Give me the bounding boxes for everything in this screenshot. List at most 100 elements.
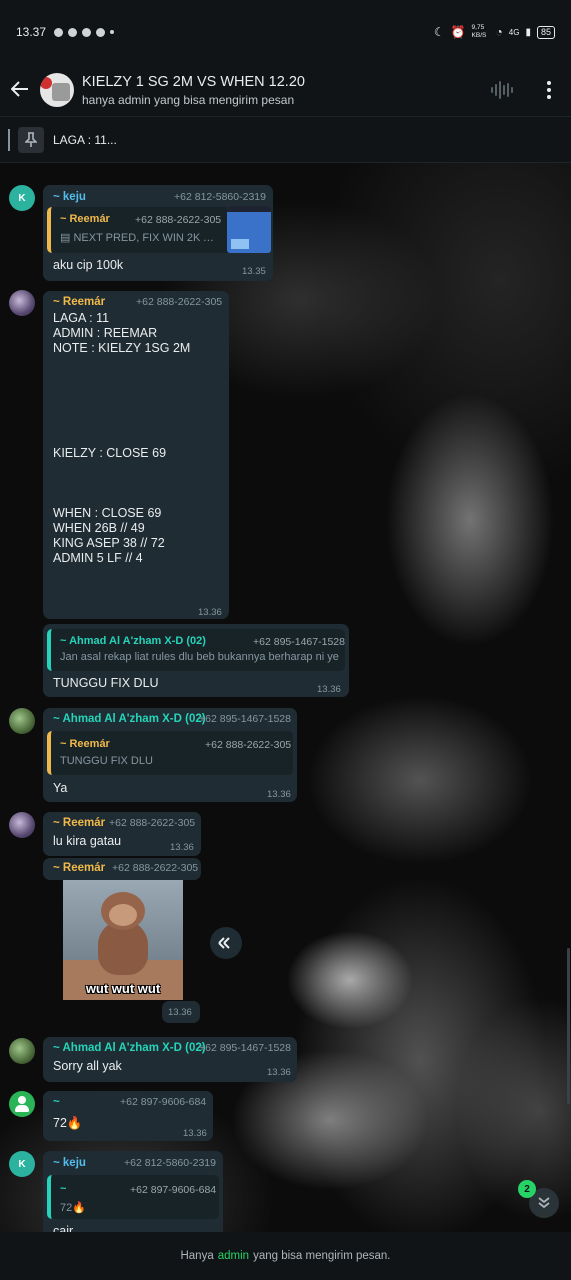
avatar-reemar[interactable] (9, 290, 35, 316)
message-text: TUNGGU FIX DLU (53, 676, 159, 690)
avatar-ahmad[interactable] (9, 708, 35, 734)
messenger-icon (68, 27, 78, 37)
message-time: 13.36 (267, 789, 291, 800)
quoted-message[interactable]: ~ +62 897-9606-684 72🔥 (47, 1175, 219, 1219)
message-time: 13.36 (168, 1007, 192, 1018)
message-text: Ya (53, 781, 68, 795)
pin-icon (18, 126, 44, 153)
message-text: cair (53, 1224, 74, 1232)
notice-prefix: Hanya (180, 1250, 214, 1262)
chat-header: KIELZY 1 SG 2M VS WHEN 12.20 hanya admin… (0, 64, 571, 116)
sender-phone: +62 888-2622-305 (136, 296, 223, 308)
notification-icons (54, 27, 115, 37)
sender-name[interactable]: ~ (53, 1096, 60, 1108)
voice-chat-icon[interactable] (491, 81, 515, 99)
avatar-keju[interactable]: K (9, 185, 35, 211)
admin-only-notice: Hanya admin yang bisa mengirim pesan. (0, 1232, 571, 1280)
sticker-sender-chip[interactable]: ~ Reemár +62 888-2622-305 (43, 858, 201, 880)
message-text: LAGA : 11 ADMIN : REEMAR NOTE : KIELZY 1… (53, 311, 191, 640)
sender-phone: +62 888-2622-305 (109, 817, 196, 829)
group-subtitle: hanya admin yang bisa mengirim pesan (82, 92, 295, 107)
quote-sender: ~ Reemár (60, 738, 110, 750)
quote-phone: +62 895-1467-1528 (253, 636, 345, 648)
message-bubble[interactable]: ~ keju +62 812-5860-2319 ~ +62 897-9606-… (43, 1151, 223, 1232)
message-text: aku cip 100k (53, 258, 124, 272)
quoted-message[interactable]: ~ Ahmad Al A'zham X-D (02) +62 895-1467-… (47, 629, 345, 671)
quote-phone: +62 897-9606-684 (130, 1184, 217, 1196)
sender-name[interactable]: ~ keju (53, 191, 86, 203)
monkey-sticker[interactable]: wut wut wut (63, 880, 183, 1000)
sender-name[interactable]: ~ Reemár (53, 862, 105, 874)
message-text: lu kira gatau (53, 834, 122, 848)
sender-name[interactable]: ~ keju (53, 1157, 86, 1169)
unread-count-badge: 2 (518, 1180, 536, 1198)
sender-name[interactable]: ~ Ahmad Al A'zham X-D (02) (53, 1042, 206, 1054)
battery-icon: 85 (536, 25, 555, 39)
chat-app-icon (82, 27, 92, 37)
dnd-moon-icon: ☾ (433, 25, 445, 39)
pinned-indicator (8, 128, 10, 151)
admin-link[interactable]: admin (218, 1250, 249, 1262)
sender-name[interactable]: ~ Ahmad Al A'zham X-D (02) (53, 713, 206, 725)
pinterest-icon (96, 27, 106, 37)
pinned-text: LAGA : 11... (53, 132, 117, 147)
group-title: KIELZY 1 SG 2M VS WHEN 12.20 (82, 73, 305, 90)
message-bubble[interactable]: ~ Ahmad Al A'zham X-D (02) +62 895-1467-… (43, 624, 349, 697)
quote-image-thumbnail (227, 206, 271, 253)
sender-name[interactable]: ~ Reemár (53, 817, 105, 829)
message-time: 13.35 (242, 266, 266, 277)
quote-sender: ~ Ahmad Al A'zham X-D (02) (60, 635, 206, 647)
avatar-default-user-icon[interactable] (9, 1091, 35, 1117)
sender-phone: +62 897-9606-684 (120, 1096, 207, 1108)
message-bubble[interactable]: ~ Reemár +62 888-2622-305 lu kira gatau … (43, 812, 201, 856)
sticker-time-chip: 13.36 (162, 1001, 200, 1023)
sticker-caption: wut wut wut (85, 981, 161, 996)
sender-phone: +62 888-2622-305 (112, 862, 199, 874)
scroll-indicator[interactable] (567, 948, 570, 1104)
group-avatar[interactable] (40, 73, 74, 107)
message-bubble[interactable]: ~ Ahmad Al A'zham X-D (02) +62 895-1467-… (43, 1037, 297, 1082)
avatar-keju[interactable]: K (9, 1151, 35, 1177)
quote-sender: ~ (60, 1183, 67, 1195)
back-arrow-icon[interactable] (0, 77, 40, 103)
pinned-message-bar[interactable]: LAGA : 11... (0, 116, 571, 163)
quote-text: Jan asal rekap liat rules dlu beb bukann… (60, 651, 339, 663)
quote-sender: ~ Reemár (60, 213, 110, 225)
notice-suffix: yang bisa mengirim pesan. (253, 1250, 391, 1262)
avatar-ahmad[interactable] (9, 1038, 35, 1064)
more-notifications-icon (110, 30, 115, 34)
message-text: 72🔥 (53, 1116, 83, 1130)
forward-icon[interactable] (210, 927, 242, 959)
status-time: 13.37 (16, 25, 47, 39)
message-time: 13.36 (198, 607, 222, 618)
message-bubble[interactable]: ~ Reemár +62 888-2622-305 LAGA : 11 ADMI… (43, 291, 229, 640)
message-time: 13.36 (317, 684, 341, 695)
net-speed: 9,75 KB/S (471, 24, 487, 39)
quote-text: ▤ NEXT PRED, FIX WIN 2K AEE (60, 232, 220, 244)
sender-phone: +62 812-5860-2319 (124, 1157, 216, 1169)
sender-name[interactable]: ~ Reemár (53, 296, 105, 308)
quote-text: 72🔥 (60, 1202, 86, 1214)
message-text: Sorry all yak (53, 1059, 122, 1073)
system-icons: ☾ ⏰ 9,75 KB/S ◔ 4G ▮ 85 (434, 24, 555, 40)
status-bar: 13.37 ☾ ⏰ 9,75 KB/S ◔ 4G ▮ 85 (0, 0, 571, 64)
quoted-message[interactable]: ~ Reemár +62 888-2622-305 TUNGGU FIX DLU (47, 731, 293, 775)
quoted-message[interactable]: ~ Reemár +62 888-2622-305 ▤ NEXT PRED, F… (47, 206, 271, 253)
message-time: 13.36 (183, 1128, 207, 1139)
group-info[interactable]: KIELZY 1 SG 2M VS WHEN 12.20 hanya admin… (82, 74, 491, 107)
message-bubble[interactable]: ~ +62 897-9606-684 72🔥 13.36 (43, 1091, 213, 1141)
alarm-icon: ⏰ (450, 25, 466, 39)
sender-phone: +62 895-1467-1528 (199, 713, 291, 725)
quote-phone: +62 888-2622-305 (205, 739, 292, 751)
message-bubble[interactable]: ~ keju +62 812-5860-2319 ~ Reemár +62 88… (43, 185, 273, 281)
quote-text: TUNGGU FIX DLU (60, 755, 153, 767)
message-bubble[interactable]: ~ Ahmad Al A'zham X-D (02) +62 895-1467-… (43, 708, 297, 802)
message-time: 13.36 (267, 1067, 291, 1078)
more-options-icon[interactable] (539, 81, 559, 99)
sender-phone: +62 812-5860-2319 (174, 191, 266, 203)
message-time: 13.36 (170, 842, 194, 853)
sender-phone: +62 895-1467-1528 (199, 1042, 291, 1054)
signal-label: 4G (508, 27, 520, 37)
avatar-reemar[interactable] (9, 812, 35, 838)
gamepad-icon (54, 27, 64, 37)
